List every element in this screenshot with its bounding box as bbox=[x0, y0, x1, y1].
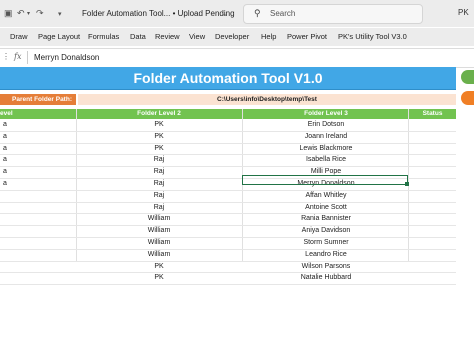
cell-level-3[interactable]: Storm Sumner bbox=[243, 238, 409, 248]
tab-developer[interactable]: Developer bbox=[215, 32, 249, 41]
parent-path-label: Parent Folder Path: bbox=[0, 94, 76, 105]
table-row: a PK Joann Ireland bbox=[0, 132, 456, 144]
formula-input[interactable]: Merryn Donaldson bbox=[34, 53, 99, 62]
create-folders-button[interactable] bbox=[461, 70, 474, 84]
cell-level-3[interactable]: Isabella Rice bbox=[243, 155, 409, 165]
document-title: Folder Automation Tool... • Upload Pendi… bbox=[82, 9, 235, 18]
cell-level-2[interactable]: PK bbox=[76, 273, 242, 283]
table-row: a PK Lewis Blackmore bbox=[0, 144, 456, 156]
cell-level-3[interactable]: Leandro Rice bbox=[243, 250, 409, 260]
redo-icon[interactable]: ↷ bbox=[36, 8, 44, 19]
cell-level-1[interactable]: a bbox=[0, 167, 10, 177]
cell-level-3[interactable]: Affan Whitley bbox=[243, 191, 409, 201]
cell-level-3[interactable]: Lewis Blackmore bbox=[243, 144, 409, 154]
search-box[interactable]: ⚲ Search bbox=[243, 4, 423, 24]
tab-data[interactable]: Data bbox=[130, 32, 146, 41]
table-row: William Aniya Davidson bbox=[0, 226, 456, 238]
cell-level-1[interactable]: a bbox=[0, 144, 10, 154]
cell-level-1[interactable]: a bbox=[0, 132, 10, 142]
cell-level-3[interactable]: Erin Dotson bbox=[243, 120, 409, 130]
undo-dropdown-icon[interactable]: ▾ bbox=[27, 10, 30, 17]
table-row: PK Wilson Parsons bbox=[0, 262, 456, 274]
table-header: evel 1 Folder Level 2 Folder Level 3 Sta… bbox=[0, 109, 456, 127]
user-avatar[interactable]: PK bbox=[458, 8, 469, 17]
save-icon[interactable]: ▣ bbox=[4, 8, 13, 19]
cell-level-2[interactable]: William bbox=[76, 238, 242, 248]
cell-level-2[interactable]: Raj bbox=[76, 179, 242, 189]
cell-level-2[interactable]: PK bbox=[76, 262, 242, 272]
cell-level-2[interactable]: Raj bbox=[76, 167, 242, 177]
tab-draw[interactable]: Draw bbox=[10, 32, 28, 41]
tab-utility-tool[interactable]: PK's Utility Tool V3.0 bbox=[338, 32, 407, 41]
cell-level-3[interactable]: Wilson Parsons bbox=[243, 262, 409, 272]
cell-level-2[interactable]: PK bbox=[76, 144, 242, 154]
ribbon-tabs: Draw Page Layout Formulas Data Review Vi… bbox=[0, 28, 474, 46]
table-row: a Raj Isabella Rice bbox=[0, 155, 456, 168]
cell-level-3[interactable]: Rania Bannister bbox=[243, 214, 409, 224]
table-row: William Leandro Rice bbox=[0, 250, 456, 262]
title-bar: ▣ ↶ ▾ ↷ ▾ Folder Automation Tool... • Up… bbox=[0, 0, 474, 27]
formula-bar: ⋮ fx Merryn Donaldson bbox=[0, 48, 474, 68]
parent-path-value[interactable]: C:\Users\info\Desktop\temp\Test bbox=[78, 94, 456, 105]
cell-level-1[interactable]: a bbox=[0, 179, 10, 189]
tab-view[interactable]: View bbox=[189, 32, 205, 41]
cell-level-3[interactable]: Antoine Scott bbox=[243, 203, 409, 213]
title-dropdown-icon[interactable]: ⌄ bbox=[222, 10, 228, 18]
customize-toolbar-icon[interactable]: ▾ bbox=[58, 10, 62, 18]
formula-separator bbox=[27, 51, 28, 64]
table-row: Raj Antoine Scott bbox=[0, 203, 456, 215]
cell-level-2[interactable]: PK bbox=[76, 132, 242, 142]
cell-level-2[interactable]: William bbox=[76, 250, 242, 260]
header-level-2[interactable]: Folder Level 2 bbox=[76, 109, 242, 119]
tab-page-layout[interactable]: Page Layout bbox=[38, 32, 80, 41]
search-placeholder: Search bbox=[270, 9, 296, 18]
cell-level-2[interactable]: Raj bbox=[76, 155, 242, 165]
cell-level-3[interactable]: Aniya Davidson bbox=[243, 226, 409, 236]
tab-review[interactable]: Review bbox=[155, 32, 180, 41]
cell-level-2[interactable]: PK bbox=[76, 120, 242, 130]
table-row: Raj Affan Whitley bbox=[0, 191, 456, 203]
function-icon[interactable]: fx bbox=[14, 52, 21, 61]
search-icon: ⚲ bbox=[254, 8, 261, 18]
cell-level-2[interactable]: William bbox=[76, 214, 242, 224]
tab-power-pivot[interactable]: Power Pivot bbox=[287, 32, 327, 41]
cell-level-2[interactable]: Raj bbox=[76, 191, 242, 201]
table-row: William Storm Sumner bbox=[0, 238, 456, 250]
formula-options-icon[interactable]: ⋮ bbox=[2, 52, 10, 61]
fill-handle[interactable] bbox=[405, 182, 409, 186]
sheet-title: Folder Automation Tool V1.0 bbox=[133, 70, 323, 86]
undo-icon[interactable]: ↶ bbox=[17, 8, 25, 19]
cell-level-2[interactable]: Raj bbox=[76, 203, 242, 213]
cell-level-1[interactable]: a bbox=[0, 155, 10, 165]
table-row: PK Natalie Hubbard bbox=[0, 273, 456, 286]
table-row: a PK Erin Dotson bbox=[0, 120, 456, 132]
table-row: William Rania Bannister bbox=[0, 214, 456, 227]
cell-level-1[interactable]: a bbox=[0, 120, 10, 130]
sheet-title-band: Folder Automation Tool V1.0 bbox=[0, 67, 456, 90]
header-level-3[interactable]: Folder Level 3 bbox=[243, 109, 409, 119]
tab-help[interactable]: Help bbox=[261, 32, 276, 41]
table-body: a PK Erin Dotson a PK Joann Ireland a PK Lewis… bbox=[0, 120, 456, 286]
cell-level-3[interactable]: Natalie Hubbard bbox=[243, 273, 409, 283]
cell-level-3[interactable]: Joann Ireland bbox=[243, 132, 409, 142]
header-status[interactable]: Status bbox=[409, 109, 456, 119]
tab-formulas[interactable]: Formulas bbox=[88, 32, 119, 41]
selected-cell[interactable] bbox=[242, 175, 408, 185]
reset-button[interactable] bbox=[461, 91, 474, 105]
cell-level-2[interactable]: William bbox=[76, 226, 242, 236]
